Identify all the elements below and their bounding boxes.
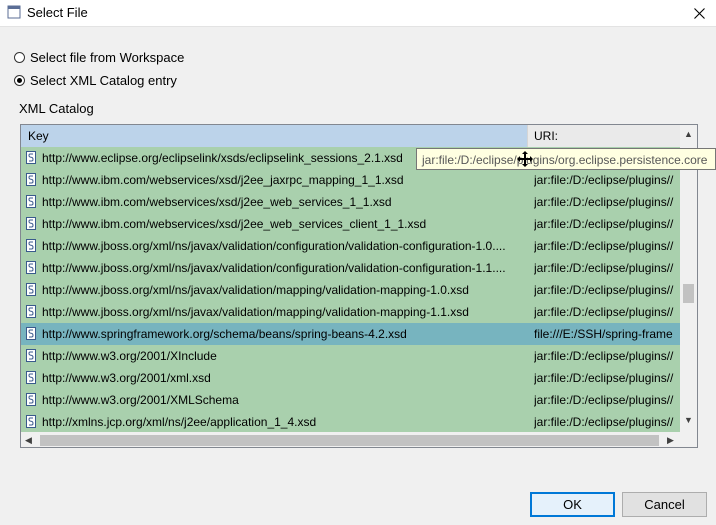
schema-file-icon: [26, 371, 36, 384]
table-row[interactable]: http://www.ibm.com/webservices/xsd/j2ee_…: [21, 169, 680, 191]
row-key: http://www.ibm.com/webservices/xsd/j2ee_…: [42, 217, 427, 231]
close-icon: [693, 7, 705, 19]
xml-catalog-table[interactable]: Key URI: http://www.eclipse.org/eclipsel…: [20, 124, 698, 448]
xml-catalog-label: XML Catalog: [19, 101, 94, 116]
row-uri: jar:file:/D:/eclipse/plugins//: [534, 371, 674, 385]
row-uri: file:///E:/SSH/spring-frame: [534, 327, 673, 341]
row-key: http://www.ibm.com/webservices/xsd/j2ee_…: [42, 173, 404, 187]
row-uri: jar:file:/D:/eclipse/plugins//: [534, 393, 674, 407]
row-uri: jar:file:/D:/eclipse/plugins//: [534, 305, 674, 319]
table-row[interactable]: http://www.jboss.org/xml/ns/javax/valida…: [21, 279, 680, 301]
row-key: http://www.jboss.org/xml/ns/javax/valida…: [42, 283, 469, 297]
table-row[interactable]: http://www.ibm.com/webservices/xsd/j2ee_…: [21, 191, 680, 213]
uri-tooltip: jar:file:/D:/eclipse/plugins/org.eclipse…: [416, 148, 716, 170]
schema-file-icon: [26, 283, 36, 296]
move-cursor-icon: [517, 151, 533, 167]
table-row[interactable]: http://xmlns.jcp.org/xml/ns/j2ee/applica…: [21, 411, 680, 432]
scroll-right-arrow-icon[interactable]: ▶: [667, 435, 674, 446]
schema-file-icon: [26, 261, 36, 274]
row-uri: jar:file:/D:/eclipse/plugins//: [534, 415, 674, 429]
row-uri: jar:file:/D:/eclipse/plugins//: [534, 173, 674, 187]
row-key: http://www.ibm.com/webservices/xsd/j2ee_…: [42, 195, 392, 209]
cancel-button[interactable]: Cancel: [622, 492, 707, 517]
workspace-option[interactable]: Select file from Workspace: [14, 50, 184, 65]
schema-file-icon: [26, 305, 36, 318]
schema-file-icon: [26, 393, 36, 406]
row-uri: jar:file:/D:/eclipse/plugins//: [534, 217, 674, 231]
schema-file-icon: [26, 217, 36, 230]
table-header: Key URI:: [21, 125, 680, 147]
vertical-scrollbar[interactable]: ▲ ▼: [680, 125, 697, 432]
schema-file-icon: [26, 349, 36, 362]
key-column-header[interactable]: Key: [21, 125, 528, 147]
workspace-option-label: Select file from Workspace: [30, 50, 185, 65]
row-key: http://www.jboss.org/xml/ns/javax/valida…: [42, 261, 506, 275]
table-row[interactable]: http://www.jboss.org/xml/ns/javax/valida…: [21, 235, 680, 257]
schema-file-icon: [26, 151, 36, 164]
table-row[interactable]: http://www.springframework.org/schema/be…: [21, 323, 680, 345]
workspace-radio[interactable]: [14, 52, 25, 63]
row-uri: jar:file:/D:/eclipse/plugins//: [534, 349, 674, 363]
row-uri: jar:file:/D:/eclipse/plugins//: [534, 239, 674, 253]
schema-file-icon: [26, 195, 36, 208]
catalog-option[interactable]: Select XML Catalog entry: [14, 73, 177, 88]
catalog-option-label: Select XML Catalog entry: [30, 73, 177, 88]
table-body: http://www.eclipse.org/eclipselink/xsds/…: [21, 147, 680, 432]
row-key: http://www.springframework.org/schema/be…: [42, 327, 407, 341]
row-uri: jar:file:/D:/eclipse/plugins//: [534, 283, 674, 297]
title-bar: Select File: [0, 0, 716, 27]
schema-file-icon: [26, 327, 36, 340]
row-uri: jar:file:/D:/eclipse/plugins//: [534, 261, 674, 275]
schema-file-icon: [26, 173, 36, 186]
scrollbar-corner: [680, 432, 697, 447]
horizontal-scroll-thumb[interactable]: [40, 435, 659, 446]
row-key: http://www.jboss.org/xml/ns/javax/valida…: [42, 305, 469, 319]
row-key: http://www.w3.org/2001/XInclude: [42, 349, 217, 363]
schema-file-icon: [26, 239, 36, 252]
vertical-scroll-thumb[interactable]: [683, 284, 694, 303]
window-title: Select File: [27, 5, 88, 20]
scroll-up-arrow-icon[interactable]: ▲: [684, 129, 693, 139]
eclipse-app-icon: [7, 5, 21, 19]
horizontal-scrollbar[interactable]: ◀ ▶: [21, 432, 680, 447]
catalog-radio[interactable]: [14, 75, 25, 86]
row-key: http://xmlns.jcp.org/xml/ns/j2ee/applica…: [42, 415, 317, 429]
scroll-left-arrow-icon[interactable]: ◀: [25, 435, 32, 446]
table-row[interactable]: http://www.w3.org/2001/XMLSchema jar:file…: [21, 389, 680, 411]
uri-column-header[interactable]: URI:: [528, 125, 680, 147]
schema-file-icon: [26, 415, 36, 428]
row-key: http://www.w3.org/2001/xml.xsd: [42, 371, 211, 385]
close-button[interactable]: [682, 0, 716, 26]
table-row[interactable]: http://www.w3.org/2001/XInclude jar:file:…: [21, 345, 680, 367]
row-uri: jar:file:/D:/eclipse/plugins//: [534, 195, 674, 209]
row-key: http://www.w3.org/2001/XMLSchema: [42, 393, 239, 407]
row-key: http://www.jboss.org/xml/ns/javax/valida…: [42, 239, 506, 253]
table-row[interactable]: http://www.jboss.org/xml/ns/javax/valida…: [21, 257, 680, 279]
table-row[interactable]: http://www.jboss.org/xml/ns/javax/valida…: [21, 301, 680, 323]
table-row[interactable]: http://www.ibm.com/webservices/xsd/j2ee_…: [21, 213, 680, 235]
scroll-down-arrow-icon[interactable]: ▼: [684, 415, 693, 425]
table-row[interactable]: http://www.w3.org/2001/xml.xsd jar:file:/…: [21, 367, 680, 389]
ok-button[interactable]: OK: [530, 492, 615, 517]
